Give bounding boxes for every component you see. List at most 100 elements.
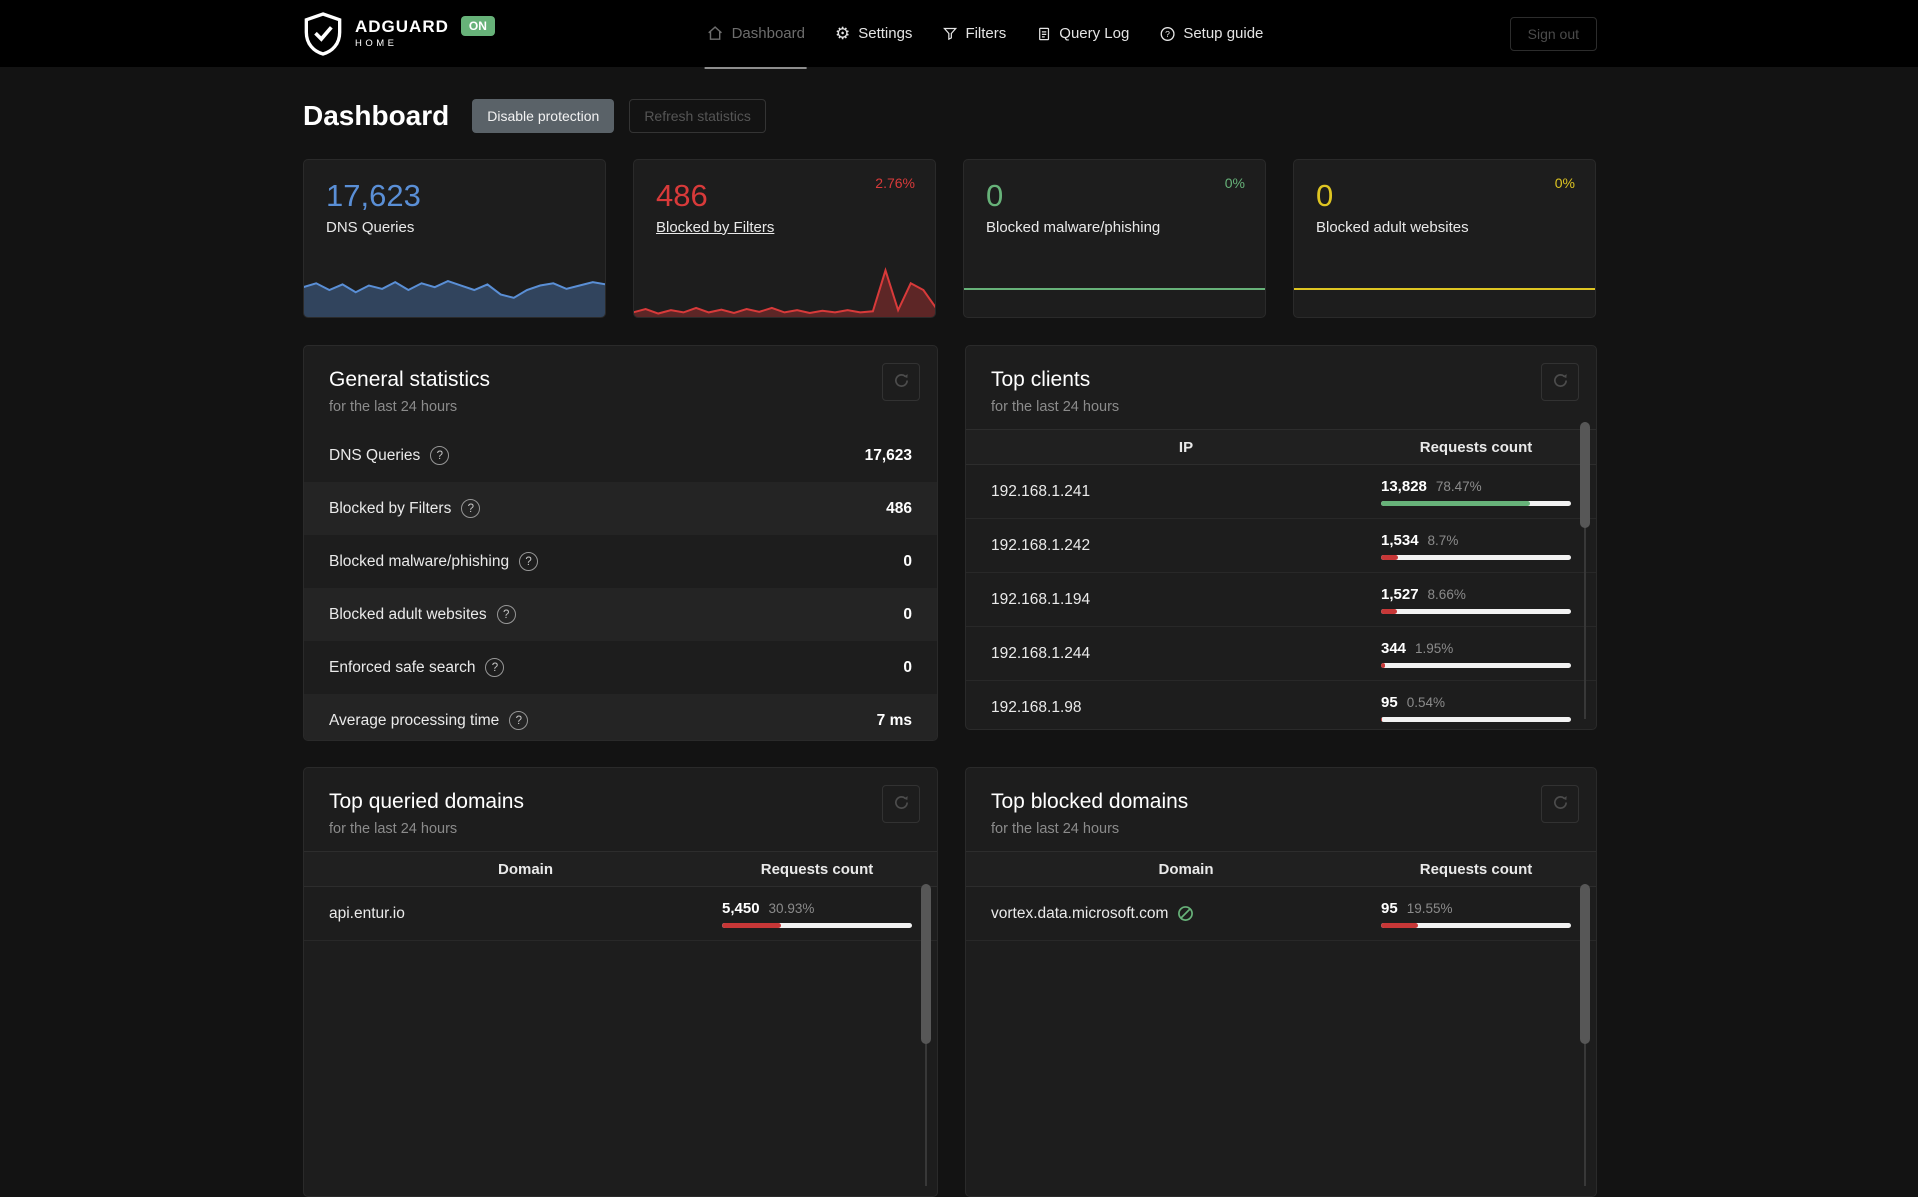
adguard-home-logo[interactable]: ADGUARD HOME ON bbox=[303, 11, 495, 56]
table-row: 192.168.1.194 1,527 8.66% bbox=[966, 573, 1596, 627]
stat-row-label: Blocked adult websites bbox=[329, 605, 487, 623]
stat-row-value: 0 bbox=[903, 552, 912, 570]
client-ip: 192.168.1.98 bbox=[991, 698, 1082, 716]
blocked-by-filters-link[interactable]: Blocked by Filters bbox=[656, 219, 774, 236]
blocked-adult-label: Blocked adult websites bbox=[1316, 218, 1469, 236]
requests-count: 5,450 bbox=[722, 899, 760, 917]
column-header-domain: Domain bbox=[497, 860, 553, 878]
panel-title: General statistics bbox=[329, 368, 491, 391]
scrollbar-thumb[interactable] bbox=[921, 884, 931, 1044]
stat-row-value: 0 bbox=[903, 658, 912, 676]
home-icon bbox=[707, 25, 724, 42]
refresh-icon bbox=[894, 795, 909, 813]
panel-header: General statistics for the last 24 hours bbox=[304, 346, 937, 429]
panel-header: Top blocked domains for the last 24 hour… bbox=[966, 768, 1596, 851]
help-icon[interactable]: ? bbox=[496, 605, 516, 624]
general-statistics-panel: General statistics for the last 24 hours… bbox=[303, 345, 938, 741]
blocked-malware-card: 0% 0 Blocked malware/phishing bbox=[963, 159, 1266, 318]
help-icon[interactable]: ? bbox=[461, 499, 481, 518]
general-statistics-rows: DNS Queries? 17,623 Blocked by Filters? … bbox=[304, 429, 937, 740]
blocked-malware-label: Blocked malware/phishing bbox=[986, 218, 1161, 236]
dns-queries-sparkline bbox=[304, 262, 605, 317]
progress-bar bbox=[1381, 608, 1571, 614]
nav-setup-guide[interactable]: ? Setup guide bbox=[1159, 0, 1263, 67]
disable-protection-button[interactable]: Disable protection bbox=[472, 99, 615, 133]
table-row: Average processing time? 7 ms bbox=[304, 694, 937, 740]
stat-row-value: 7 ms bbox=[876, 711, 912, 729]
refresh-icon-button[interactable] bbox=[882, 363, 920, 401]
requests-percent: 78.47% bbox=[1435, 478, 1482, 494]
panel-title: Top queried domains bbox=[329, 790, 524, 813]
dns-queries-card: 17,623 DNS Queries bbox=[303, 159, 606, 318]
table-row: 192.168.1.244 344 1.95% bbox=[966, 627, 1596, 681]
table-row: Blocked adult websites? 0 bbox=[304, 588, 937, 641]
stat-row-value: 17,623 bbox=[864, 446, 912, 464]
column-header-ip: IP bbox=[1178, 438, 1194, 456]
progress-bar bbox=[1381, 554, 1571, 560]
scrollbar-thumb[interactable] bbox=[1580, 884, 1590, 1044]
refresh-icon-button[interactable] bbox=[1541, 363, 1579, 401]
brand-text: ADGUARD HOME bbox=[355, 18, 449, 49]
stat-cards-row: 17,623 DNS Queries 2.76% 486 Blocked by … bbox=[303, 159, 1597, 318]
refresh-icon-button[interactable] bbox=[1541, 785, 1579, 823]
nav-label: Settings bbox=[858, 25, 913, 42]
progress-bar bbox=[1381, 500, 1571, 506]
table-header-row: Domain Requests count bbox=[966, 851, 1596, 887]
client-ip: 192.168.1.194 bbox=[991, 590, 1091, 608]
dashboard-page: Dashboard Disable protection Refresh sta… bbox=[303, 99, 1597, 1197]
blocked-malware-value: 0 bbox=[986, 178, 1004, 213]
adguard-shield-icon bbox=[303, 11, 343, 56]
panel-title: Top blocked domains bbox=[991, 790, 1189, 813]
progress-bar bbox=[1381, 662, 1571, 668]
client-ip: 192.168.1.244 bbox=[991, 644, 1091, 662]
requests-count: 1,527 bbox=[1381, 585, 1419, 603]
blocked-adult-card: 0% 0 Blocked adult websites bbox=[1293, 159, 1596, 318]
help-icon[interactable]: ? bbox=[509, 711, 529, 730]
nav-filters[interactable]: Filters bbox=[942, 0, 1006, 67]
svg-text:?: ? bbox=[1165, 29, 1170, 39]
stat-row-label: Average processing time bbox=[329, 711, 500, 729]
progress-bar bbox=[1381, 922, 1571, 928]
progress-bar bbox=[722, 922, 912, 928]
top-queried-domains-panel: Top queried domains for the last 24 hour… bbox=[303, 767, 938, 1197]
progress-bar-fill bbox=[1381, 922, 1419, 928]
help-icon[interactable]: ? bbox=[519, 552, 539, 571]
top-blocked-domains-panel: Top blocked domains for the last 24 hour… bbox=[965, 767, 1597, 1197]
gear-icon: ⚙︎ bbox=[834, 24, 851, 43]
stat-row-value: 0 bbox=[903, 605, 912, 623]
funnel-icon bbox=[942, 26, 957, 41]
table-row: Blocked by Filters? 486 bbox=[304, 482, 937, 535]
scrollbar-thumb[interactable] bbox=[1580, 422, 1590, 528]
requests-count: 344 bbox=[1381, 639, 1407, 657]
requests-percent: 1.95% bbox=[1415, 640, 1454, 656]
nav-settings[interactable]: ⚙︎ Settings bbox=[835, 0, 912, 67]
help-icon[interactable]: ? bbox=[485, 658, 505, 677]
table-row: Enforced safe search? 0 bbox=[304, 641, 937, 694]
blocked-filters-card: 2.76% 486 Blocked by Filters bbox=[633, 159, 936, 318]
nav-query-log[interactable]: Query Log bbox=[1036, 0, 1129, 67]
table-row: api.entur.io 5,450 30.93% bbox=[304, 887, 937, 941]
refresh-icon-button[interactable] bbox=[882, 785, 920, 823]
table-row: Blocked malware/phishing? 0 bbox=[304, 535, 937, 588]
refresh-icon bbox=[1553, 795, 1568, 813]
column-header-domain: Domain bbox=[1158, 860, 1214, 878]
requests-percent: 30.93% bbox=[768, 900, 815, 916]
requests-percent: 19.55% bbox=[1406, 900, 1453, 916]
sign-out-button[interactable]: Sign out bbox=[1509, 16, 1597, 51]
nav-label: Dashboard bbox=[731, 25, 805, 42]
refresh-statistics-button[interactable]: Refresh statistics bbox=[629, 99, 766, 133]
blocked-filters-sparkline bbox=[634, 262, 935, 317]
panel-subtitle: for the last 24 hours bbox=[329, 399, 458, 415]
requests-count: 95 bbox=[1381, 899, 1398, 917]
requests-count: 13,828 bbox=[1381, 477, 1427, 495]
help-icon[interactable]: ? bbox=[430, 446, 450, 465]
nav-dashboard[interactable]: Dashboard bbox=[704, 0, 808, 69]
question-circle-icon: ? bbox=[1159, 26, 1175, 42]
requests-percent: 0.54% bbox=[1406, 694, 1445, 710]
progress-bar-fill bbox=[1381, 608, 1398, 614]
blocked-adult-flatline bbox=[1294, 288, 1595, 290]
document-icon bbox=[1036, 26, 1051, 42]
brand-subtitle: HOME bbox=[355, 38, 398, 50]
domain-name: api.entur.io bbox=[329, 904, 405, 922]
stat-row-value: 486 bbox=[886, 499, 912, 517]
